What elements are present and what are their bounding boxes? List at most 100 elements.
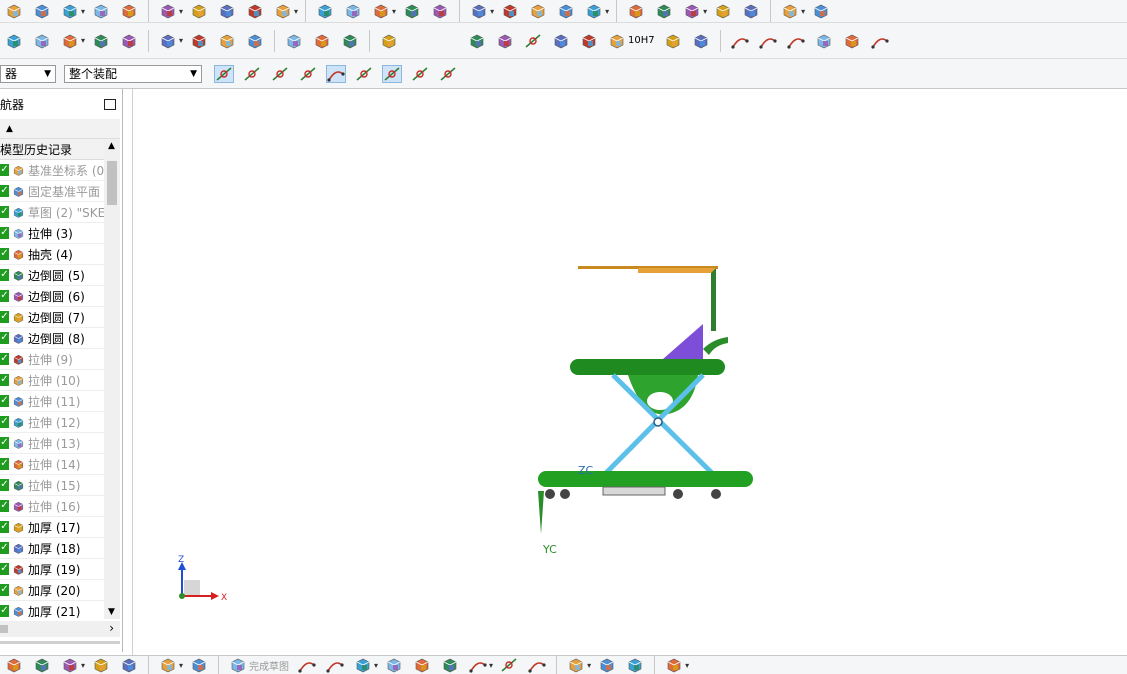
dropdown-arrow-icon[interactable]: ▾ <box>179 661 183 670</box>
datum-icon[interactable] <box>344 3 362 19</box>
checkbox-icon[interactable]: ✓ <box>0 269 9 281</box>
checkbox-icon[interactable]: ✓ <box>0 458 9 470</box>
checkbox-icon[interactable]: ✓ <box>0 332 9 344</box>
checkbox-icon[interactable]: ✓ <box>0 563 9 575</box>
move-component-icon[interactable] <box>92 33 110 49</box>
triangle-icon[interactable] <box>468 33 486 49</box>
fillet-icon[interactable] <box>385 657 403 673</box>
base-panel[interactable] <box>602 486 666 496</box>
mesh-icon[interactable] <box>655 3 673 19</box>
view-icon[interactable] <box>5 657 23 673</box>
section-icon[interactable] <box>218 33 236 49</box>
dropdown-arrow-icon[interactable]: ▾ <box>685 661 689 670</box>
tag-icon[interactable] <box>246 33 264 49</box>
constraint-icon[interactable] <box>61 33 79 49</box>
checkbox-icon[interactable]: ✓ <box>0 500 9 512</box>
canopy-panel[interactable] <box>638 268 716 273</box>
extend-icon[interactable] <box>598 657 616 673</box>
base-frame[interactable] <box>538 471 753 487</box>
sweep-icon[interactable] <box>714 3 732 19</box>
mirror-icon[interactable] <box>92 657 110 673</box>
constraint-icon[interactable] <box>665 657 683 673</box>
point-on-curve-icon[interactable] <box>411 66 429 82</box>
checkbox-icon[interactable]: ✓ <box>0 185 9 197</box>
arc-icon[interactable] <box>759 33 777 49</box>
hatch-icon[interactable] <box>380 33 398 49</box>
checkbox-icon[interactable]: ✓ <box>0 521 9 533</box>
control-point-icon[interactable] <box>271 66 289 82</box>
bearing-icon[interactable] <box>341 33 359 49</box>
dropdown-arrow-icon[interactable]: ▾ <box>490 7 494 16</box>
box-stack2-icon[interactable] <box>692 33 710 49</box>
rectangle-icon[interactable] <box>441 657 459 673</box>
edge-blend-icon[interactable] <box>92 3 110 19</box>
brush-icon[interactable] <box>608 33 626 49</box>
wave-icon[interactable] <box>190 657 208 673</box>
tree-node[interactable]: ✓ 拉伸 (10) <box>0 370 104 391</box>
tree-node[interactable]: ✓ 拉伸 (14) <box>0 454 104 475</box>
table-icon[interactable] <box>496 33 514 49</box>
scroll-down-icon[interactable]: ▼ <box>108 607 115 617</box>
box-stack-icon[interactable] <box>664 33 682 49</box>
handle[interactable] <box>703 337 728 355</box>
checkbox-icon[interactable]: ✓ <box>0 416 9 428</box>
shell-icon[interactable] <box>120 3 138 19</box>
tree-node[interactable]: ✓ 拉伸 (3) <box>0 223 104 244</box>
tree-node[interactable]: ✓ 加厚 (19) <box>0 559 104 580</box>
grid-point-icon[interactable] <box>524 33 542 49</box>
line-icon[interactable] <box>731 33 749 49</box>
curve-on-surface-icon[interactable] <box>843 33 861 49</box>
horizontal-scrollbar[interactable]: › <box>0 621 120 637</box>
assembly-navigator-icon[interactable] <box>5 33 23 49</box>
note-icon[interactable] <box>33 33 51 49</box>
point-icon[interactable] <box>500 657 518 673</box>
checkbox-icon[interactable]: ✓ <box>0 248 9 260</box>
upper-tray[interactable] <box>570 359 725 375</box>
line-icon[interactable] <box>298 657 316 673</box>
thicken-icon[interactable] <box>529 3 547 19</box>
subtract-icon[interactable] <box>218 3 236 19</box>
tree-node[interactable]: ✓ 拉伸 (9) <box>0 349 104 370</box>
assembly-icon[interactable] <box>159 657 177 673</box>
wave-icon[interactable] <box>812 3 830 19</box>
dropdown-arrow-icon[interactable]: ▾ <box>81 7 85 16</box>
type-filter-select[interactable]: 器 ▼ <box>0 64 56 83</box>
offset-face-icon[interactable] <box>431 3 449 19</box>
trim-icon[interactable] <box>567 657 585 673</box>
checkbox-icon[interactable]: ✓ <box>0 206 9 218</box>
circle-icon[interactable] <box>354 657 372 673</box>
tree-node[interactable]: ✓ 拉伸 (13) <box>0 433 104 454</box>
tree-node[interactable]: ✓ 加厚 (17) <box>0 517 104 538</box>
scrollbar-thumb[interactable] <box>107 161 117 205</box>
tree-node[interactable]: ✓ 草图 (2) "SKETCH_000" <box>0 202 104 223</box>
wheel[interactable] <box>673 489 683 499</box>
frame-pivot[interactable] <box>653 417 663 427</box>
fit-tolerance-label[interactable]: 10H7 <box>628 35 655 46</box>
dropdown-arrow-icon[interactable]: ▾ <box>587 661 591 670</box>
checkbox-icon[interactable]: ✓ <box>0 353 9 365</box>
fillet-icon[interactable] <box>372 3 390 19</box>
spring-icon[interactable] <box>313 33 331 49</box>
tree-node[interactable]: ✓ 固定基准平面 <box>0 181 104 202</box>
tree-node[interactable]: ✓ 抽壳 (4) <box>0 244 104 265</box>
offset-curve-icon[interactable] <box>871 33 889 49</box>
model-history-node[interactable]: 模型历史记录 <box>0 139 104 160</box>
weld-icon[interactable] <box>552 33 570 49</box>
split-body-icon[interactable] <box>585 3 603 19</box>
surface-icon[interactable] <box>627 3 645 19</box>
draft-icon[interactable] <box>403 3 421 19</box>
offset-curve-icon[interactable] <box>528 657 546 673</box>
cylinder-part-icon[interactable] <box>285 33 303 49</box>
scroll-right-icon[interactable]: › <box>109 621 114 635</box>
maximize-icon[interactable] <box>104 98 116 110</box>
block-icon[interactable] <box>33 3 51 19</box>
checkbox-icon[interactable]: ✓ <box>0 164 9 176</box>
checkbox-icon[interactable]: ✓ <box>0 395 9 407</box>
dropdown-arrow-icon[interactable]: ▾ <box>81 661 85 670</box>
curve-icon[interactable] <box>190 33 208 49</box>
checkbox-icon[interactable]: ✓ <box>0 290 9 302</box>
checkbox-icon[interactable]: ✓ <box>0 437 9 449</box>
baby-walker-model[interactable]: ZC YC <box>533 259 763 559</box>
tree-node[interactable]: ✓ 加厚 (20) <box>0 580 104 601</box>
heart-curve-icon[interactable] <box>815 33 833 49</box>
